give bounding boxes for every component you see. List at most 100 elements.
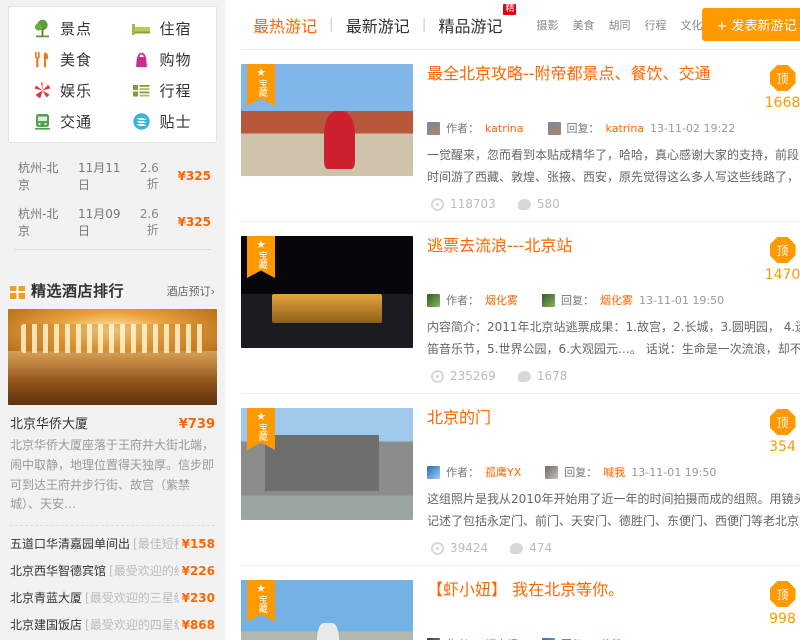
flight-discount: 2.6折 bbox=[139, 160, 159, 191]
replier-name[interactable]: 谷爷 bbox=[600, 636, 622, 640]
treasure-badge-label: 宝藏 bbox=[256, 595, 267, 613]
post-item[interactable]: ★ 宝藏 【虾小妞】 我在北京等你。 顶 998 作者： 虾小妞 bbox=[241, 566, 800, 640]
hotel-list-item[interactable]: 五道口华清嘉园单间出 [最佳短租公寓] ¥158 bbox=[8, 530, 217, 557]
post-title-row: 【虾小妞】 我在北京等你。 顶 998 bbox=[427, 580, 800, 627]
reply-label: 回复： bbox=[561, 636, 594, 640]
post-stats-row: 235269 1678 bbox=[427, 369, 800, 383]
post-thumbnail[interactable]: ★ 宝藏 bbox=[241, 580, 413, 640]
flight-discount: 2.6折 bbox=[139, 206, 159, 237]
star-icon: ★ bbox=[256, 582, 266, 595]
category-grid: 景点 住宿 美食 购物 娱乐 行程 交通 贴士 bbox=[13, 17, 212, 132]
post-item[interactable]: ★ 宝藏 逃票去流浪---北京站 顶 1470 作者： 烟化雾 回复： 烟化雾 … bbox=[241, 222, 800, 394]
post-ding-column[interactable]: 顶 1470 bbox=[755, 236, 800, 283]
category-label: 贴士 bbox=[159, 112, 192, 131]
category-item-entertainment[interactable]: 娱乐 bbox=[13, 79, 113, 101]
category-item-lodging[interactable]: 住宿 bbox=[113, 17, 213, 39]
hotel-name: 北京西华智德宾馆 bbox=[10, 564, 107, 579]
tab-newest-travelogues[interactable]: 最新游记 bbox=[334, 13, 422, 37]
replier-name[interactable]: 喊我 bbox=[603, 464, 625, 480]
avatar[interactable] bbox=[545, 465, 559, 479]
ding-count: 354 bbox=[769, 439, 796, 455]
flight-route: 杭州-北京 bbox=[18, 207, 59, 238]
treasure-badge-label: 宝藏 bbox=[256, 79, 267, 97]
hotel-list-item[interactable]: 北京建国饭店 [最受欢迎的四星级酒店] ¥868 bbox=[8, 611, 217, 638]
hotel-name: 北京建国饭店 bbox=[10, 618, 83, 633]
post-title-row: 北京的门 顶 354 bbox=[427, 408, 800, 455]
subtab-photography[interactable]: 摄影 bbox=[536, 17, 558, 33]
author-name[interactable]: 烟化雾 bbox=[485, 292, 518, 308]
avatar[interactable] bbox=[427, 293, 440, 307]
post-title[interactable]: 逃票去流浪---北京站 bbox=[427, 236, 755, 257]
post-ding-column[interactable]: 顶 1668 bbox=[755, 64, 800, 111]
post-title[interactable]: 最全北京攻略--附帝都景点、餐饮、交通 bbox=[427, 64, 755, 85]
publish-travelogue-button[interactable]: + 发表新游记 bbox=[702, 8, 800, 41]
post-title[interactable]: 北京的门 bbox=[427, 408, 755, 429]
ding-badge: 顶 bbox=[769, 581, 796, 607]
post-description: 一觉醒来，忽而看到本贴成精华了，哈哈，真心感谢大家的支持，前段时间游了西藏、敦煌… bbox=[427, 148, 800, 185]
thumbnail-figure bbox=[265, 434, 379, 491]
post-thumbnail[interactable]: ★ 宝藏 bbox=[241, 64, 413, 176]
eye-icon bbox=[431, 197, 444, 211]
replier-name[interactable]: 烟化雾 bbox=[600, 292, 633, 308]
treasure-badge: ★ 宝藏 bbox=[247, 64, 275, 106]
author-name[interactable]: 虾小妞 bbox=[485, 636, 518, 640]
eye-icon bbox=[431, 541, 444, 555]
author-name[interactable]: katrina bbox=[485, 122, 524, 135]
ding-count: 998 bbox=[769, 611, 796, 627]
hotel-booking-link[interactable]: 酒店预订› bbox=[167, 283, 215, 299]
eye-icon bbox=[431, 369, 444, 383]
post-body: 北京的门 顶 354 作者： 孤鹰YX 回复： 喊我 13-11-01 19:5… bbox=[427, 408, 800, 555]
post-meta-row: 作者： 虾小妞 回复： 谷爷 13-11-01 19:50 bbox=[427, 636, 800, 640]
subtab-itinerary[interactable]: 行程 bbox=[644, 17, 666, 33]
view-count: 118703 bbox=[450, 197, 496, 211]
post-ding-column[interactable]: 顶 998 bbox=[755, 580, 800, 627]
category-item-shopping[interactable]: 购物 bbox=[113, 48, 213, 70]
avatar[interactable] bbox=[427, 465, 440, 479]
hotel-featured-name-row[interactable]: 北京华侨大厦 ¥739 bbox=[8, 405, 217, 436]
view-count: 235269 bbox=[450, 369, 496, 383]
subtab-hutong[interactable]: 胡同 bbox=[608, 17, 630, 33]
bed-icon bbox=[131, 17, 153, 39]
category-item-transport[interactable]: 交通 bbox=[13, 110, 113, 132]
replier-name[interactable]: katrina bbox=[606, 122, 645, 135]
ding-badge: 顶 bbox=[769, 65, 796, 91]
avatar[interactable] bbox=[427, 121, 440, 135]
tab-featured-travelogues[interactable]: 精品游记 精 bbox=[426, 3, 517, 37]
hotel-icon bbox=[10, 284, 25, 299]
flight-deals-list: 杭州-北京 11月11日 2.6折 ¥325 杭州-北京 11月09日 2.6折… bbox=[8, 153, 217, 250]
hotel-list-item[interactable]: 北京西华智德宾馆 [最受欢迎的经济型 ¥226 bbox=[8, 557, 217, 584]
avatar[interactable] bbox=[547, 121, 561, 135]
hotel-list-item[interactable]: 北京青蓝大厦 [最受欢迎的三星级酒店] ¥230 bbox=[8, 584, 217, 611]
hotel-price: ¥739 bbox=[178, 417, 215, 432]
hotel-featured-photo[interactable] bbox=[8, 309, 217, 405]
tab-hottest-travelogues[interactable]: 最热游记 bbox=[241, 13, 329, 37]
post-ding-column[interactable]: 顶 354 bbox=[755, 408, 800, 455]
flight-row[interactable]: 杭州-北京 11月11日 2.6折 ¥325 bbox=[8, 153, 217, 199]
post-thumbnail[interactable]: ★ 宝藏 bbox=[241, 236, 413, 348]
left-sidebar: 景点 住宿 美食 购物 娱乐 行程 交通 贴士 杭州-北京 11月11日 2.6… bbox=[0, 0, 225, 640]
author-name[interactable]: 孤鹰YX bbox=[485, 464, 521, 480]
ding-badge: 顶 bbox=[769, 409, 796, 435]
category-item-itinerary[interactable]: 行程 bbox=[113, 79, 213, 101]
category-item-food[interactable]: 美食 bbox=[13, 48, 113, 70]
post-item[interactable]: ★ 宝藏 北京的门 顶 354 作者： 孤鹰YX 回复： 喊我 13-11-01… bbox=[241, 394, 800, 566]
flight-row[interactable]: 杭州-北京 11月09日 2.6折 ¥325 bbox=[8, 199, 217, 245]
subtab-food[interactable]: 美食 bbox=[572, 17, 594, 33]
post-item[interactable]: ★ 宝藏 最全北京攻略--附帝都景点、餐饮、交通 顶 1668 作者： katr… bbox=[241, 50, 800, 222]
page-root: 景点 住宿 美食 购物 娱乐 行程 交通 贴士 杭州-北京 11月11日 2.6… bbox=[0, 0, 800, 640]
post-time: 13-11-01 19:50 bbox=[639, 293, 725, 307]
hotel-name: 北京青蓝大厦 bbox=[10, 591, 83, 606]
hotel-price: ¥226 bbox=[181, 564, 215, 579]
treasure-badge: ★ 宝藏 bbox=[247, 580, 275, 622]
avatar[interactable] bbox=[542, 293, 555, 307]
category-item-tips[interactable]: 贴士 bbox=[113, 110, 213, 132]
category-item-attractions[interactable]: 景点 bbox=[13, 17, 113, 39]
post-title[interactable]: 【虾小妞】 我在北京等你。 bbox=[427, 580, 755, 601]
post-time: 13-11-01 19:50 bbox=[631, 465, 717, 479]
post-thumbnail[interactable]: ★ 宝藏 bbox=[241, 408, 413, 520]
subtab-culture[interactable]: 文化 bbox=[680, 17, 702, 33]
post-meta-row: 作者： 孤鹰YX 回复： 喊我 13-11-01 19:50 bbox=[427, 464, 800, 480]
view-count: 39424 bbox=[450, 541, 489, 555]
hotel-section-title: 精选酒店排行 bbox=[31, 282, 125, 300]
featured-badge: 精 bbox=[503, 3, 517, 16]
